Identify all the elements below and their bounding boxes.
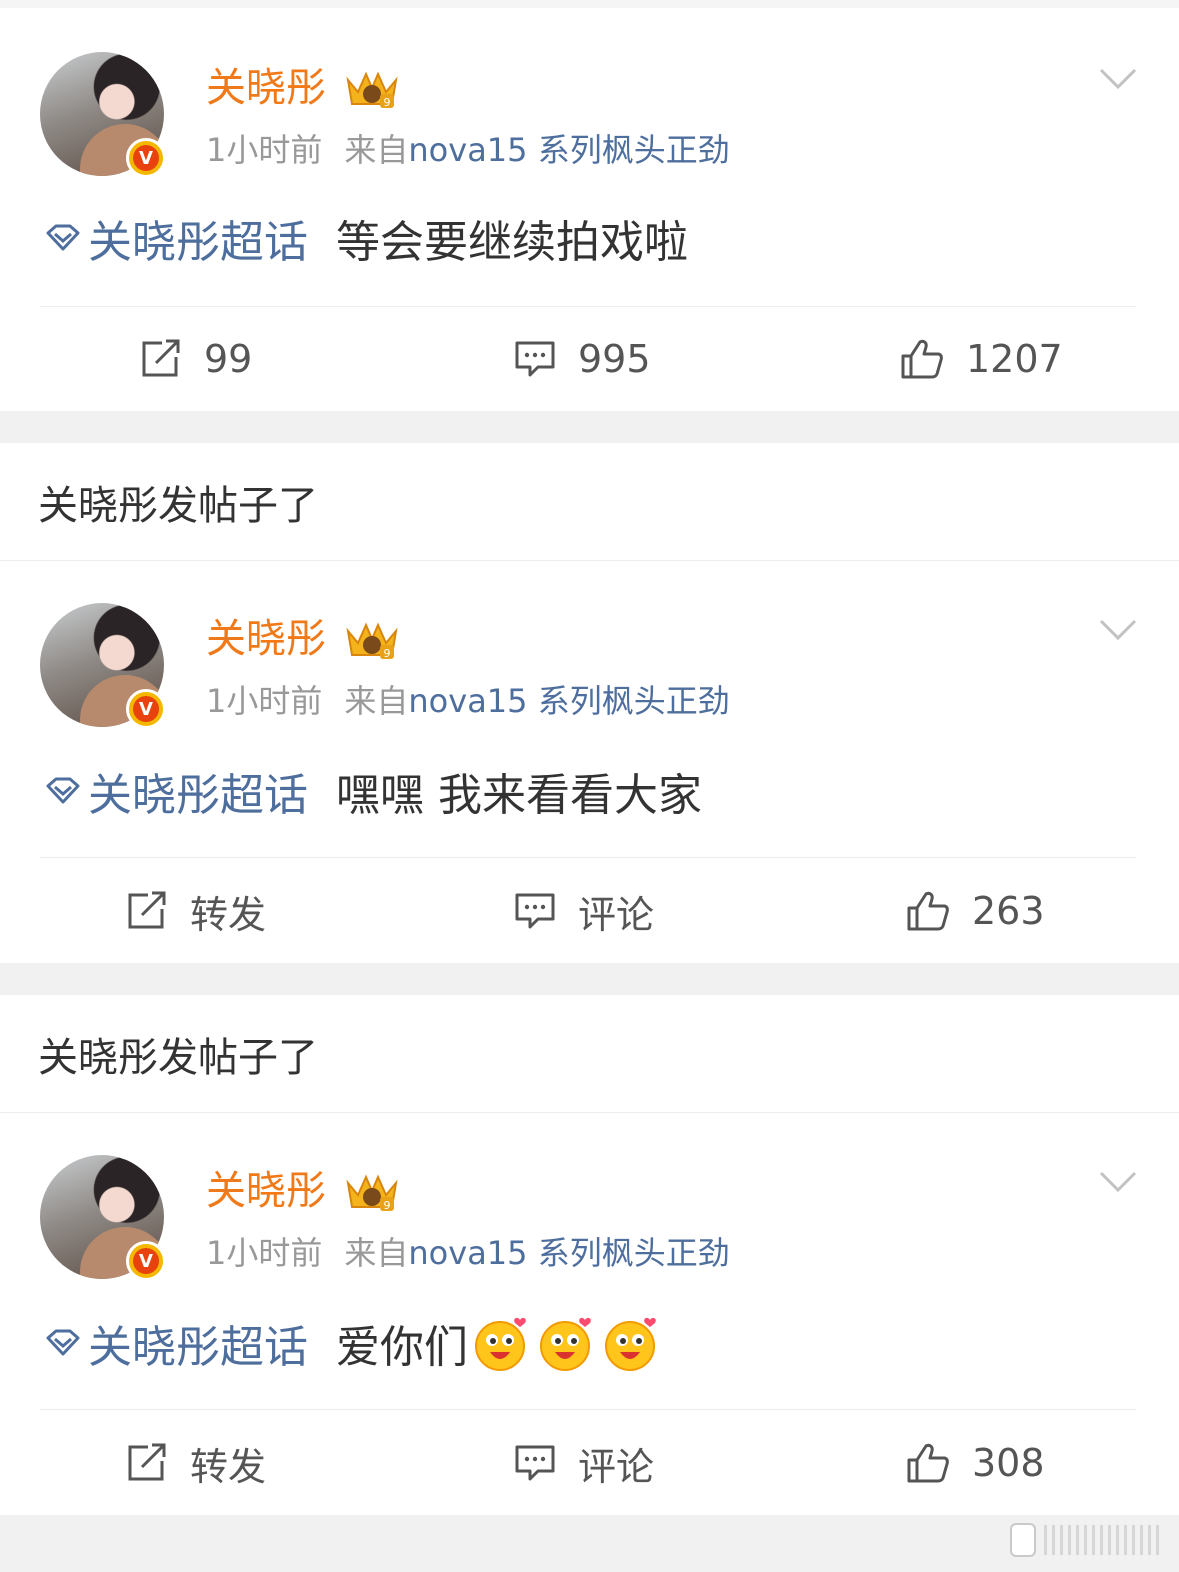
divider <box>40 306 1136 307</box>
repost-count: 99 <box>204 337 253 381</box>
scroll-indicator[interactable] <box>1010 1522 1166 1558</box>
post-time: 1小时前 <box>206 131 323 169</box>
chevron-down-icon[interactable] <box>1098 617 1138 643</box>
diamond-topic-icon <box>46 1329 80 1356</box>
topic-link[interactable]: 关晓彤超话 <box>42 206 308 270</box>
comment-label: 评论 <box>578 1444 655 1489</box>
svg-text:9: 9 <box>384 1199 391 1212</box>
post-content: 关晓彤超话 嘿嘿 我来看看大家 <box>42 761 702 821</box>
post-meta: 1小时前 来自nova15 系列枫头正劲 <box>206 681 730 721</box>
post-text: 嘿嘿 我来看看大家 <box>336 770 702 821</box>
comment-button[interactable]: 评论 <box>514 859 654 963</box>
source-label: 来自 <box>344 1234 409 1272</box>
heart-eyes-emoji-icon <box>475 1317 526 1371</box>
like-count: 308 <box>972 1441 1045 1485</box>
comment-icon <box>515 1445 555 1481</box>
emoji-group <box>470 1312 665 1374</box>
action-bar: 99 995 1207 <box>0 308 1179 410</box>
divider <box>40 857 1136 858</box>
avatar[interactable]: V <box>40 52 166 178</box>
diamond-topic-icon <box>46 224 80 251</box>
repost-icon <box>128 1443 166 1481</box>
card-header: 关晓彤发帖子了 <box>0 443 1179 561</box>
post-text: 等会要继续拍戏啦 <box>336 217 688 268</box>
svg-text:9: 9 <box>384 647 391 660</box>
post-text: 爱你们 <box>336 1322 468 1373</box>
action-bar: 转发 评论 308 <box>0 1411 1179 1515</box>
repost-icon <box>128 891 166 929</box>
thumbs-up-icon <box>907 1443 949 1483</box>
username[interactable]: 关晓彤 <box>206 1167 326 1215</box>
post-source[interactable]: nova15 系列枫头正劲 <box>408 1234 729 1272</box>
repost-button[interactable]: 转发 <box>126 859 266 963</box>
comment-button[interactable]: 995 <box>514 308 651 410</box>
vip-crown-icon[interactable]: 9 <box>344 617 400 663</box>
divider <box>40 1409 1136 1410</box>
repost-label: 转发 <box>190 1444 267 1489</box>
like-button[interactable]: 263 <box>906 859 1045 963</box>
verified-badge-icon: V <box>126 1241 166 1281</box>
repost-icon <box>142 339 180 377</box>
scroll-knob[interactable] <box>1010 1523 1036 1557</box>
post: V 关晓彤 9 1小时前 来自nova15 系列枫头正劲 <box>0 1113 1179 1515</box>
like-count: 263 <box>972 889 1045 933</box>
avatar[interactable]: V <box>40 1155 166 1281</box>
comment-button[interactable]: 评论 <box>514 1411 654 1515</box>
thumbs-up-icon <box>907 891 949 931</box>
heart-eyes-emoji-icon <box>540 1317 591 1371</box>
topic-label: 关晓彤超话 <box>88 217 308 268</box>
top-edge <box>0 0 1179 8</box>
topic-link[interactable]: 关晓彤超话 <box>42 759 308 823</box>
heart-eyes-emoji-icon <box>605 1317 656 1371</box>
post-content: 关晓彤超话 等会要继续拍戏啦 <box>42 208 688 268</box>
post-meta: 1小时前 来自nova15 系列枫头正劲 <box>206 1233 730 1273</box>
comment-count: 995 <box>578 337 651 381</box>
topic-label: 关晓彤超话 <box>88 770 308 821</box>
comment-label: 评论 <box>578 892 655 937</box>
post-time: 1小时前 <box>206 682 323 720</box>
username[interactable]: 关晓彤 <box>206 615 326 663</box>
weibo-feed: V 关晓彤 9 1小时前 来自nova15 系列枫头正劲 关晓彤超话 等会要继续… <box>0 0 1179 1572</box>
avatar[interactable]: V <box>40 603 166 729</box>
like-button[interactable]: 1207 <box>900 308 1063 410</box>
like-count: 1207 <box>966 337 1063 381</box>
post: V 关晓彤 9 1小时前 来自nova15 系列枫头正劲 <box>0 561 1179 963</box>
post-source[interactable]: nova15 系列枫头正劲 <box>408 131 729 169</box>
repost-label: 转发 <box>190 892 267 937</box>
post-card[interactable]: 关晓彤发帖子了 V 关晓彤 9 1小时前 来自nova15 系列枫头正劲 关晓彤… <box>0 443 1179 963</box>
source-label: 来自 <box>344 131 409 169</box>
post-source[interactable]: nova15 系列枫头正劲 <box>408 682 729 720</box>
post-content: 关晓彤超话 爱你们 <box>42 1311 665 1375</box>
post-card[interactable]: V 关晓彤 9 1小时前 来自nova15 系列枫头正劲 关晓彤超话 等会要继续… <box>0 8 1179 411</box>
source-label: 来自 <box>344 682 409 720</box>
verified-badge-icon: V <box>126 689 166 729</box>
vip-crown-icon[interactable]: 9 <box>344 1169 400 1215</box>
card-header: 关晓彤发帖子了 <box>0 995 1179 1113</box>
svg-text:9: 9 <box>384 96 391 109</box>
topic-label: 关晓彤超话 <box>88 1322 308 1373</box>
comment-icon <box>515 341 555 377</box>
post-time: 1小时前 <box>206 1234 323 1272</box>
chevron-down-icon[interactable] <box>1098 66 1138 92</box>
username[interactable]: 关晓彤 <box>206 64 326 112</box>
diamond-topic-icon <box>46 777 80 804</box>
post-card[interactable]: 关晓彤发帖子了 V 关晓彤 9 1小时前 来自nova15 系列枫头正劲 关晓彤… <box>0 995 1179 1515</box>
verified-badge-icon: V <box>126 138 166 178</box>
thumbs-up-icon <box>901 339 943 379</box>
scroll-track <box>1044 1525 1164 1555</box>
topic-link[interactable]: 关晓彤超话 <box>42 1311 308 1375</box>
vip-crown-icon[interactable]: 9 <box>344 66 400 112</box>
like-button[interactable]: 308 <box>906 1411 1045 1515</box>
comment-icon <box>515 893 555 929</box>
repost-button[interactable]: 99 <box>140 308 252 410</box>
repost-button[interactable]: 转发 <box>126 1411 266 1515</box>
action-bar: 转发 评论 263 <box>0 859 1179 963</box>
chevron-down-icon[interactable] <box>1098 1169 1138 1195</box>
post-meta: 1小时前 来自nova15 系列枫头正劲 <box>206 130 730 170</box>
